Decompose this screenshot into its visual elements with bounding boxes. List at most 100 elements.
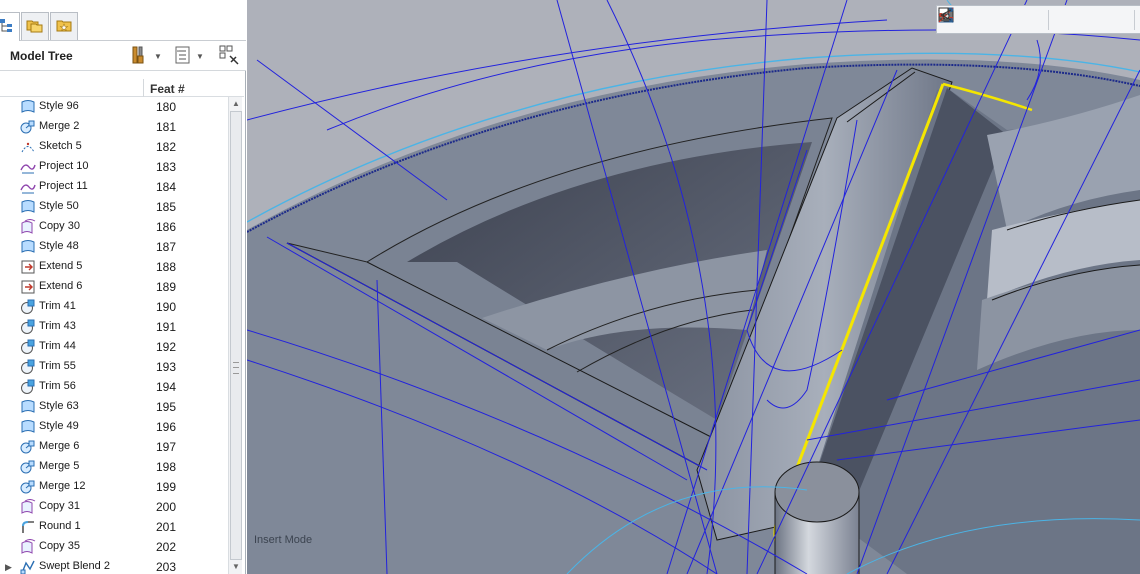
tree-scrollbar[interactable]: ▲ ▼ — [228, 97, 242, 574]
feature-name: Round 1 — [39, 520, 81, 532]
feature-number: 194 — [156, 380, 177, 394]
style-icon — [20, 419, 36, 435]
feature-name: Style 48 — [39, 240, 79, 252]
tree-row[interactable]: Extend 6 189 — [0, 277, 228, 297]
feature-number: 181 — [156, 120, 177, 134]
tree-settings-button[interactable]: ▼ — [130, 45, 162, 67]
tree-row[interactable]: Sketch 5 182 — [0, 137, 228, 157]
feature-name: Style 50 — [39, 200, 79, 212]
tree-row[interactable]: Extend 5 188 — [0, 257, 228, 277]
model-tree-header: Model Tree ▼ ▼ — [0, 41, 246, 71]
trim-icon — [20, 339, 36, 355]
feature-number: 183 — [156, 160, 177, 174]
tree-row[interactable]: Merge 5 198 — [0, 457, 228, 477]
scroll-up-icon[interactable]: ▲ — [229, 97, 243, 111]
tree-row[interactable]: Merge 6 197 — [0, 437, 228, 457]
project-icon — [20, 159, 36, 175]
feature-number: 189 — [156, 280, 177, 294]
tree-column-header: Feat # — [0, 79, 244, 97]
model-tree-icon — [0, 18, 14, 37]
style-icon — [20, 99, 36, 115]
tree-row[interactable]: Round 1 201 — [0, 517, 228, 537]
merge-icon — [20, 119, 36, 135]
insert-mode-status: Insert Mode — [254, 534, 313, 546]
feature-number: 191 — [156, 320, 177, 334]
show-menu-button[interactable]: ▼ — [174, 45, 204, 67]
tree-row[interactable]: ▶ Swept Blend 2 203 — [0, 557, 228, 574]
feature-number: 195 — [156, 400, 177, 414]
favorites-tab[interactable] — [50, 12, 78, 40]
column-divider[interactable] — [143, 79, 144, 97]
feat-number-column-header[interactable]: Feat # — [150, 82, 185, 96]
expand-arrow-icon[interactable]: ▶ — [5, 562, 12, 573]
feature-name: Extend 5 — [39, 260, 83, 272]
tree-row[interactable]: Copy 31 200 — [0, 497, 228, 517]
tree-row[interactable]: Copy 35 202 — [0, 537, 228, 557]
tree-row[interactable]: Style 48 187 — [0, 237, 228, 257]
extend-icon — [20, 279, 36, 295]
folder-browser-tab[interactable] — [21, 12, 49, 40]
extend-icon — [20, 259, 36, 275]
trim-icon — [20, 319, 36, 335]
feature-number: 192 — [156, 340, 177, 354]
merge-icon — [20, 479, 36, 495]
navigator-panel: Model Tree ▼ ▼ Feat # Style 96 180 Merge 2… — [0, 0, 246, 574]
style-icon — [20, 399, 36, 415]
sketch-icon — [20, 139, 36, 155]
scroll-down-icon[interactable]: ▼ — [229, 560, 243, 574]
model-tree-tab[interactable] — [0, 12, 20, 42]
toolbar-separator — [1048, 9, 1050, 30]
feature-name: Trim 55 — [39, 360, 76, 372]
tree-row[interactable]: Trim 41 190 — [0, 297, 228, 317]
merge-icon — [20, 459, 36, 475]
feature-name: Merge 2 — [39, 120, 80, 132]
feature-name: Trim 44 — [39, 340, 76, 352]
view-manager-button[interactable] — [938, 9, 1131, 31]
feature-name: Swept Blend 2 — [39, 560, 110, 572]
tree-row[interactable]: Style 96 180 — [0, 97, 228, 117]
tree-row[interactable]: Project 10 183 — [0, 157, 228, 177]
style-icon — [20, 239, 36, 255]
display-style-button[interactable] — [939, 8, 1077, 31]
tree-row[interactable]: Style 49 196 — [0, 417, 228, 437]
graphics-area[interactable]: xx Insert Mode — [247, 0, 1140, 574]
feature-number: 180 — [156, 100, 177, 114]
show-icon — [174, 45, 192, 68]
tree-settings-icon — [130, 45, 150, 68]
tree-row[interactable]: Trim 44 192 — [0, 337, 228, 357]
scroll-thumb[interactable] — [230, 111, 242, 560]
zoom-in-button[interactable] — [938, 7, 992, 31]
tree-row[interactable]: Style 63 195 — [0, 397, 228, 417]
feature-number: 182 — [156, 140, 177, 154]
tree-row[interactable]: Trim 56 194 — [0, 377, 228, 397]
feature-name: Style 63 — [39, 400, 79, 412]
copy-icon — [20, 539, 36, 555]
feature-number: 200 — [156, 500, 177, 514]
tree-row[interactable]: Merge 12 199 — [0, 477, 228, 497]
columns-filter-button[interactable] — [218, 45, 240, 67]
feature-number: 201 — [156, 520, 177, 534]
panel-title: Model Tree — [10, 49, 73, 63]
chevron-down-icon: ▼ — [196, 51, 204, 61]
zoom-out-button[interactable] — [938, 7, 1018, 31]
feature-number: 188 — [156, 260, 177, 274]
folders-icon — [26, 17, 44, 36]
feature-number: 193 — [156, 360, 177, 374]
feature-number: 185 — [156, 200, 177, 214]
tree-row[interactable]: Merge 2 181 — [0, 117, 228, 137]
tree-row[interactable]: Trim 43 191 — [0, 317, 228, 337]
feature-name: Trim 56 — [39, 380, 76, 392]
feature-number: 187 — [156, 240, 177, 254]
feature-name: Style 96 — [39, 100, 79, 112]
repaint-button[interactable] — [938, 7, 1045, 31]
tree-row[interactable]: Style 50 185 — [0, 197, 228, 217]
copy-icon — [20, 219, 36, 235]
tree-row[interactable]: Copy 30 186 — [0, 217, 228, 237]
feature-name: Project 10 — [39, 160, 89, 172]
tree-row[interactable]: Project 11 184 — [0, 177, 228, 197]
feature-number: 190 — [156, 300, 177, 314]
feature-name: Extend 6 — [39, 280, 83, 292]
saved-views-button[interactable] — [939, 8, 1104, 31]
model-viewport-canvas[interactable] — [247, 0, 1140, 574]
tree-row[interactable]: Trim 55 193 — [0, 357, 228, 377]
